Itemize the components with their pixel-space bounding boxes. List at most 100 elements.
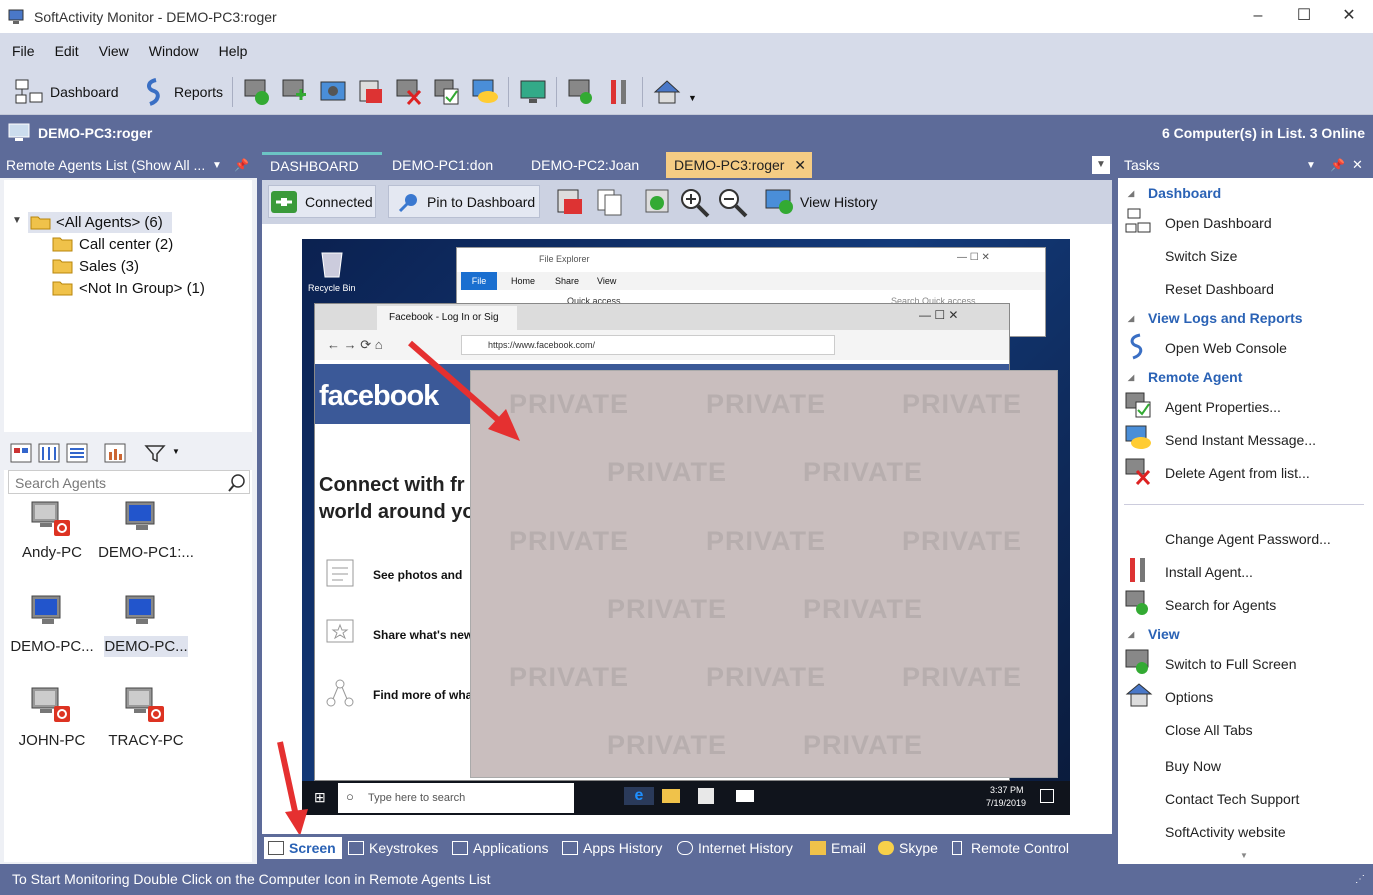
menu-help[interactable]: Help xyxy=(219,43,248,59)
save-screenshot-icon[interactable] xyxy=(554,187,586,217)
tasks-close-icon[interactable]: ✕ xyxy=(1352,157,1363,173)
tab-apps-history[interactable]: Apps History xyxy=(562,837,662,859)
search-icon[interactable] xyxy=(227,473,247,493)
menu-window[interactable]: Window xyxy=(149,43,199,59)
tab-skype[interactable]: Skype xyxy=(878,837,938,859)
agent-andy-pc[interactable]: Andy-PC xyxy=(4,544,100,561)
section-view[interactable]: View xyxy=(1128,626,1179,642)
search-agents-icon[interactable] xyxy=(566,77,596,107)
tab-demo-pc1[interactable]: DEMO-PC1:don xyxy=(384,152,501,178)
tab-close-icon[interactable]: ✕ xyxy=(794,152,806,178)
task-change-password[interactable]: Change Agent Password... xyxy=(1165,531,1331,547)
tasks-pin-icon[interactable]: 📌 xyxy=(1330,158,1345,172)
small-icons-view-icon[interactable] xyxy=(38,443,60,463)
task-softactivity-website[interactable]: SoftActivity website xyxy=(1165,824,1286,840)
monitor-icon[interactable] xyxy=(518,77,548,107)
agent-tracy-pc[interactable]: TRACY-PC xyxy=(98,732,194,749)
tree-group-sales[interactable]: Sales (3) xyxy=(79,258,139,275)
agent-demo-pc3[interactable]: DEMO-PC... xyxy=(104,636,188,657)
task-open-dashboard[interactable]: Open Dashboard xyxy=(1165,215,1272,231)
message-icon[interactable] xyxy=(470,77,500,107)
search-agents-input[interactable]: Search Agents xyxy=(15,475,106,491)
task-contact-support[interactable]: Contact Tech Support xyxy=(1165,791,1299,807)
section-remote-agent[interactable]: Remote Agent xyxy=(1128,369,1242,385)
home-dropdown-icon[interactable]: ▼ xyxy=(688,93,697,103)
tasks-dropdown-icon[interactable]: ▼ xyxy=(1306,160,1316,171)
connected-button[interactable]: Connected xyxy=(268,185,376,218)
scroll-down-icon[interactable]: ▼ xyxy=(1240,851,1248,860)
tab-email[interactable]: Email xyxy=(810,837,866,859)
task-install-agent[interactable]: Install Agent... xyxy=(1165,564,1253,580)
pc-offline-icon[interactable] xyxy=(124,684,168,726)
search-agents-box[interactable]: Search Agents xyxy=(8,470,250,494)
refresh-screen-icon[interactable] xyxy=(642,187,674,217)
screen-capture-icon[interactable] xyxy=(318,77,348,107)
task-close-all-tabs[interactable]: Close All Tabs xyxy=(1165,722,1253,738)
tab-remote-control[interactable]: Remote Control xyxy=(952,837,1069,859)
pc-online-icon[interactable] xyxy=(124,592,168,634)
pc-online-icon[interactable] xyxy=(124,498,168,540)
resize-grip-icon[interactable]: ⋰ xyxy=(1355,864,1365,895)
task-full-screen[interactable]: Switch to Full Screen xyxy=(1165,656,1297,672)
remote-screenshot[interactable]: Recycle Bin File Explorer — ☐ ✕ File Hom… xyxy=(302,239,1070,815)
pin-dashboard-button[interactable]: Pin to Dashboard xyxy=(388,185,540,218)
copy-icon[interactable] xyxy=(594,187,626,217)
home-icon[interactable] xyxy=(652,77,682,107)
tree-root[interactable]: <All Agents> (6) xyxy=(28,212,172,233)
add-agent-icon[interactable] xyxy=(280,77,310,107)
menu-edit[interactable]: Edit xyxy=(55,43,79,59)
list-view-icon[interactable] xyxy=(66,443,88,463)
task-open-web-console[interactable]: Open Web Console xyxy=(1165,340,1287,356)
tree-group-not-in-group[interactable]: <Not In Group> (1) xyxy=(79,280,205,297)
tabs-dropdown-icon[interactable]: ▼ xyxy=(1092,156,1110,174)
section-dashboard[interactable]: Dashboard xyxy=(1128,185,1221,201)
tab-keystrokes[interactable]: Keystrokes xyxy=(348,837,438,859)
task-options[interactable]: Options xyxy=(1165,689,1213,705)
tab-demo-pc3[interactable]: DEMO-PC3:roger ✕ xyxy=(666,152,812,178)
chart-view-icon[interactable] xyxy=(104,443,126,463)
close-button[interactable]: ✕ xyxy=(1337,5,1361,27)
task-search-agents[interactable]: Search for Agents xyxy=(1165,597,1276,613)
refresh-agent-icon[interactable] xyxy=(242,77,272,107)
tree-group-call-center[interactable]: Call center (2) xyxy=(79,236,173,253)
pc-online-icon[interactable] xyxy=(30,592,74,634)
task-agent-properties[interactable]: Agent Properties... xyxy=(1165,399,1281,415)
task-buy-now[interactable]: Buy Now xyxy=(1165,758,1221,774)
dashboard-button[interactable]: Dashboard xyxy=(14,75,119,109)
menu-view[interactable]: View xyxy=(99,43,129,59)
agent-demo-pc1[interactable]: DEMO-PC1:... xyxy=(98,544,194,561)
tab-internet-history[interactable]: Internet History xyxy=(677,837,793,859)
menu-file[interactable]: File xyxy=(12,43,35,59)
zoom-in-icon[interactable] xyxy=(678,186,712,218)
pc-offline-icon[interactable] xyxy=(30,684,74,726)
pc-offline-icon[interactable] xyxy=(30,498,74,540)
history-icon[interactable] xyxy=(764,187,796,217)
tab-dashboard[interactable]: DASHBOARD xyxy=(262,152,382,178)
delete-agent-icon[interactable] xyxy=(394,77,424,107)
task-send-message[interactable]: Send Instant Message... xyxy=(1165,432,1316,448)
filter-dropdown-icon[interactable]: ▼ xyxy=(172,447,180,456)
view-history-button[interactable]: View History xyxy=(800,194,878,210)
task-reset-dashboard[interactable]: Reset Dashboard xyxy=(1165,281,1274,297)
agent-john-pc[interactable]: JOHN-PC xyxy=(4,732,100,749)
tab-demo-pc2[interactable]: DEMO-PC2:Joan xyxy=(523,152,647,178)
tab-applications[interactable]: Applications xyxy=(452,837,549,859)
maximize-button[interactable]: ☐ xyxy=(1292,5,1316,27)
pin-icon[interactable]: 📌 xyxy=(234,158,249,172)
tab-screen[interactable]: Screen xyxy=(264,837,342,859)
agent-demo-pc2[interactable]: DEMO-PC... xyxy=(4,638,100,655)
install-agent-icon[interactable] xyxy=(604,77,634,107)
filter-icon[interactable] xyxy=(144,444,166,462)
task-switch-size[interactable]: Switch Size xyxy=(1165,248,1237,264)
zoom-out-icon[interactable] xyxy=(716,186,750,218)
task-delete-agent[interactable]: Delete Agent from list... xyxy=(1165,465,1310,481)
section-view-logs[interactable]: View Logs and Reports xyxy=(1128,310,1302,326)
collapse-icon[interactable]: ▼ xyxy=(12,215,22,226)
dropdown-icon[interactable]: ▼ xyxy=(212,160,222,171)
remote-agents-title[interactable]: Remote Agents List (Show All ... xyxy=(6,157,205,173)
minimize-button[interactable]: – xyxy=(1246,5,1270,27)
properties-icon[interactable] xyxy=(432,77,462,107)
save-icon[interactable] xyxy=(356,77,386,107)
reports-button[interactable]: Reports xyxy=(142,75,223,109)
large-icons-view-icon[interactable] xyxy=(10,443,32,463)
